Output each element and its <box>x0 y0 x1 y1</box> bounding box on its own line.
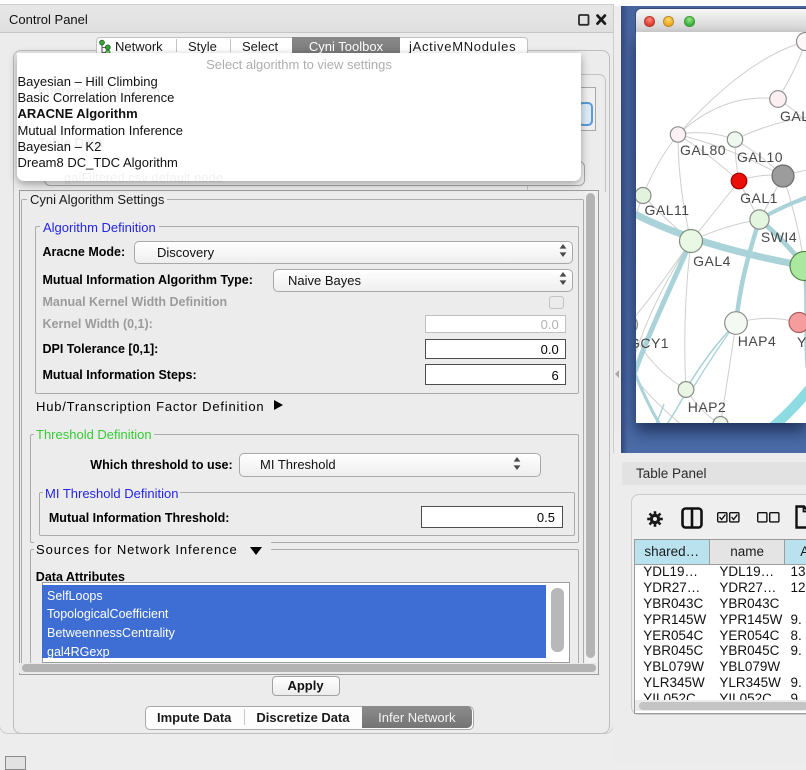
svg-text:GAL80: GAL80 <box>680 142 726 158</box>
svg-text:HAP2: HAP2 <box>688 399 727 415</box>
svg-text:YJ: YJ <box>797 334 806 350</box>
svg-text:GAL11: GAL11 <box>644 202 689 218</box>
svg-text:GCY1: GCY1 <box>636 335 669 351</box>
svg-text:GAL10: GAL10 <box>737 149 783 165</box>
svg-text:HAP4: HAP4 <box>738 333 777 349</box>
svg-text:GAL1: GAL1 <box>740 190 778 206</box>
svg-text:GAL4: GAL4 <box>693 253 731 269</box>
svg-text:SWI4: SWI4 <box>761 229 797 245</box>
svg-text:GAL7: GAL7 <box>780 108 806 124</box>
